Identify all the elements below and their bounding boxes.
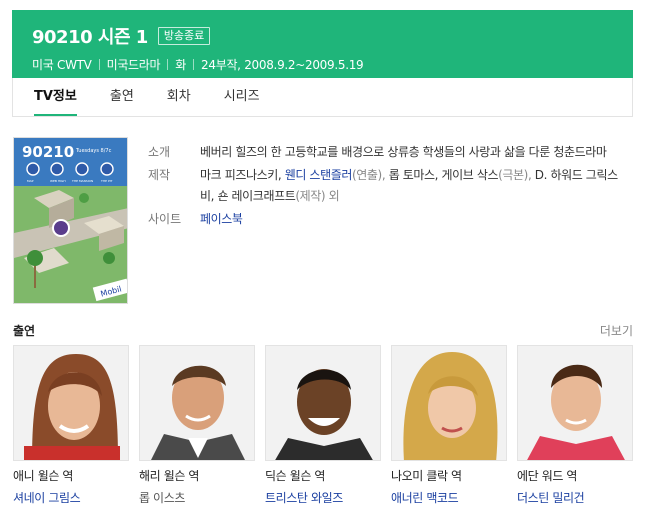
cast-item[interactable]: 나오미 클락 역 애너린 맥코드 [391,345,507,506]
role-note: (제작) 외 [295,189,340,203]
site-label: 사이트 [148,212,182,226]
cast-role: 나오미 클락 역 [391,469,462,483]
cast-role: 딕슨 윌슨 역 [265,469,326,483]
meta-divider [193,59,195,70]
program-info: 소개 베버리 힐즈의 한 고등학교를 배경으로 상류층 학생들의 사랑과 삶을 … [148,142,618,232]
cast-photo[interactable] [517,345,633,461]
cast-photo[interactable] [265,345,381,461]
intro-label: 소개 [148,145,171,159]
status-badge: 방송종료 [157,27,211,45]
meta-episodes: 24부작, 2008.9.2~2009.5.19 [201,58,364,72]
actor-link[interactable]: 더스틴 밀리건 [517,489,633,506]
cast-role: 에단 워드 역 [517,469,578,483]
meta-day: 화 [175,58,187,72]
cast-list: 애니 윌슨 역 셔네이 그림스 해리 윌슨 역 롭 이스츠 딕슨 윌슨 역 트리… [13,345,643,506]
production-text: 마크 피즈나스키, 웬디 스탠즐러(연출), 롭 토마스, 게이브 삭스(극본)… [200,165,618,207]
actor-name: 롭 이스츠 [139,491,185,505]
tab-episodes[interactable]: 회차 [167,78,191,116]
production-name: 롭 토마스, 게이브 삭스 [388,168,499,182]
svg-text:THE PIT: THE PIT [100,179,113,183]
program-meta: 미국 CWTV 미국드라마 화 24부작, 2008.9.2~2009.5.19 [32,56,633,73]
actor-link[interactable]: 트리스탄 와일즈 [265,489,381,506]
more-link[interactable]: 더보기 [600,322,633,339]
poster-logo: 90210 [22,143,74,161]
program-title[interactable]: 90210 시즌 1 [32,23,148,49]
tab-tv-info[interactable]: TV정보 [34,78,77,116]
facebook-link[interactable]: 페이스북 [200,212,243,226]
intro-row: 소개 베버리 힐즈의 한 고등학교를 배경으로 상류층 학생들의 사랑과 삶을 … [148,142,618,163]
role-note: (극본), [498,168,532,182]
meta-channel: 미국 CWTV [32,58,92,72]
production-label: 제작 [148,168,171,182]
cast-photo[interactable] [13,345,129,461]
production-row: 제작 마크 피즈나스키, 웬디 스탠즐러(연출), 롭 토마스, 게이브 삭스(… [148,165,618,207]
site-row: 사이트 페이스북 [148,209,618,230]
cast-item[interactable]: 딕슨 윌슨 역 트리스탄 와일즈 [265,345,381,506]
meta-genre: 미국드라마 [106,58,161,72]
svg-text:WEB HIGH: WEB HIGH [50,179,66,183]
intro-text: 베버리 힐즈의 한 고등학교를 배경으로 상류층 학생들의 사랑과 삶을 다룬 … [200,145,607,159]
cast-item[interactable]: 해리 윌슨 역 롭 이스츠 [139,345,255,506]
poster-image[interactable]: 90210 Tuesdays 8/7c MAP WEB HIGH THE MAN… [13,137,128,304]
director-link[interactable]: 웬디 스탠즐러 [285,168,353,182]
svg-text:MAP: MAP [27,179,34,183]
actor-link[interactable]: 애너린 맥코드 [391,489,507,506]
svg-text:THE MANSION: THE MANSION [71,179,93,183]
actor-link[interactable]: 셔네이 그림스 [13,489,129,506]
program-header: 90210 시즌 1 방송종료 미국 CWTV 미국드라마 화 24부작, 20… [12,10,633,78]
cast-role: 애니 윌슨 역 [13,469,74,483]
cast-photo[interactable] [391,345,507,461]
role-note: (연출), [352,168,386,182]
cast-item[interactable]: 애니 윌슨 역 셔네이 그림스 [13,345,129,506]
tab-series[interactable]: 시리즈 [224,78,260,116]
meta-divider [167,59,169,70]
cast-section-title: 출연 [13,324,36,338]
poster-tagline: Tuesdays 8/7c [75,148,112,154]
production-name: 마크 피즈나스키, [200,168,282,182]
cast-item[interactable]: 에단 워드 역 더스틴 밀리건 [517,345,633,506]
cast-role: 해리 윌슨 역 [139,469,200,483]
tab-bar: TV정보 출연 회차 시리즈 [12,78,633,117]
meta-divider [98,59,100,70]
tab-cast[interactable]: 출연 [110,78,134,116]
cast-photo[interactable] [139,345,255,461]
